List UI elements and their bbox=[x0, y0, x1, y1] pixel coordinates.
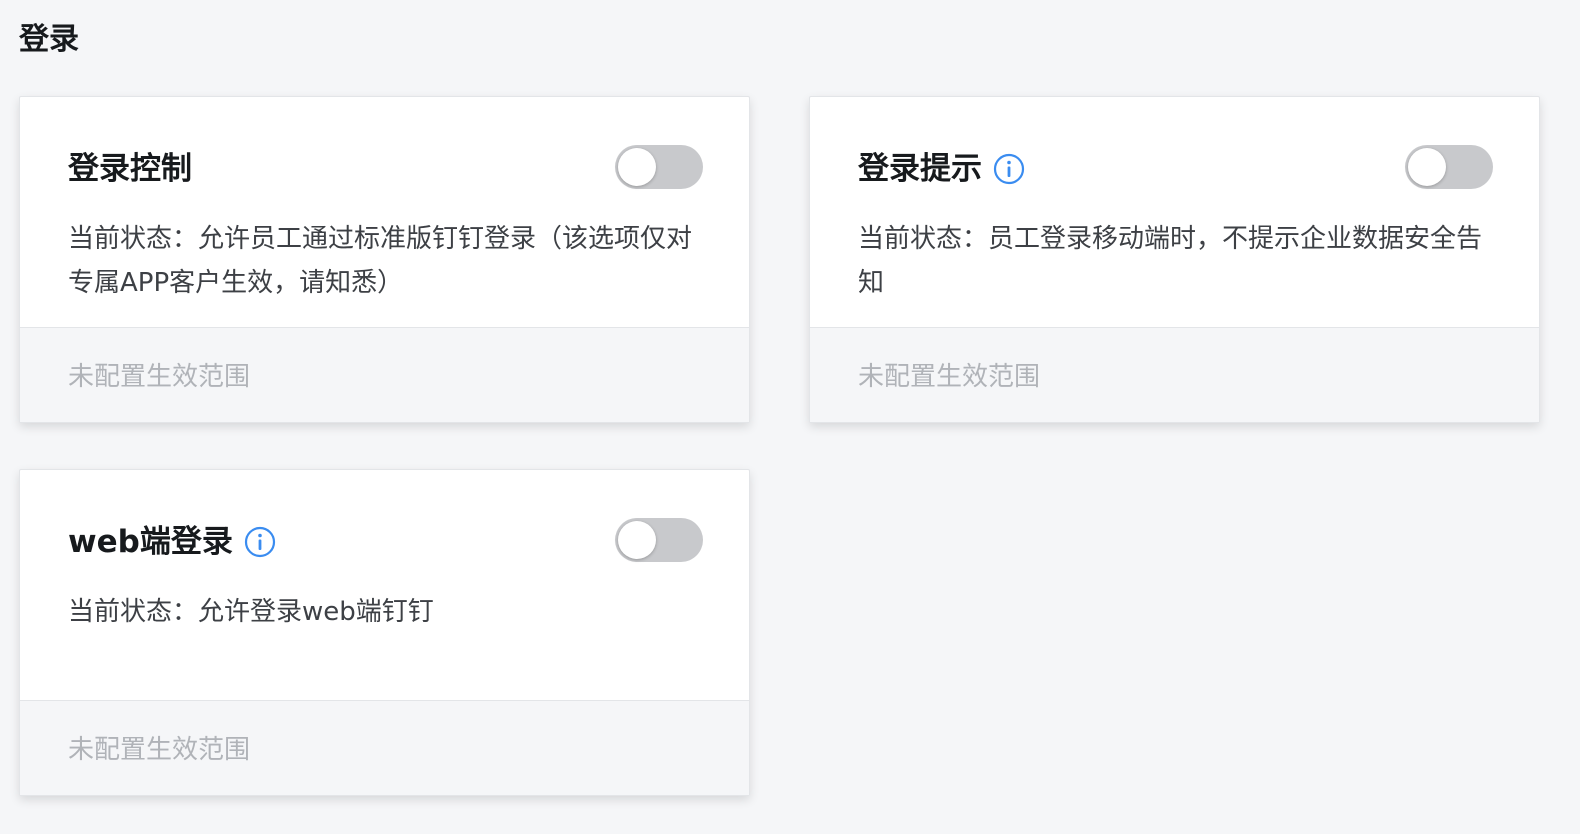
card-footer[interactable]: 未配置生效范围 bbox=[810, 328, 1539, 422]
toggle-knob bbox=[1408, 148, 1446, 186]
card-description: 当前状态：员工登录移动端时，不提示企业数据安全告知 bbox=[858, 224, 1483, 298]
web-login-toggle[interactable] bbox=[615, 518, 703, 562]
login-prompt-card: 登录提示 当前状态：员工登录移动端时，不提示企业数据安全告知 未配置生效范围 bbox=[809, 96, 1540, 423]
card-description: 当前状态：允许员工通过标准版钉钉登录（该选项仅对专属APP客户生效，请知悉） bbox=[68, 224, 693, 298]
web-login-card: web端登录 当前状态：允许登录web端钉钉 未配置生效范围 bbox=[19, 469, 750, 796]
card-footer[interactable]: 未配置生效范围 bbox=[20, 328, 749, 422]
card-body: 登录控制 当前状态：允许员工通过标准版钉钉登录（该选项仅对专属APP客户生效，请… bbox=[20, 97, 749, 328]
scope-status-text: 未配置生效范围 bbox=[68, 735, 251, 765]
scope-status-text: 未配置生效范围 bbox=[858, 362, 1041, 392]
card-title-text: web端登录 bbox=[68, 524, 233, 560]
login-control-card: 登录控制 当前状态：允许员工通过标准版钉钉登录（该选项仅对专属APP客户生效，请… bbox=[19, 96, 750, 423]
login-prompt-toggle[interactable] bbox=[1405, 145, 1493, 189]
card-title: web端登录 bbox=[68, 520, 276, 564]
section-title: 登录 bbox=[19, 22, 79, 57]
info-circle-icon[interactable] bbox=[244, 526, 276, 558]
card-title: 登录控制 bbox=[68, 147, 192, 191]
card-title: 登录提示 bbox=[858, 147, 1025, 191]
card-body: web端登录 当前状态：允许登录web端钉钉 bbox=[20, 470, 749, 701]
login-control-toggle[interactable] bbox=[615, 145, 703, 189]
card-body: 登录提示 当前状态：员工登录移动端时，不提示企业数据安全告知 bbox=[810, 97, 1539, 328]
card-footer[interactable]: 未配置生效范围 bbox=[20, 701, 749, 795]
toggle-knob bbox=[618, 521, 656, 559]
card-description: 当前状态：允许登录web端钉钉 bbox=[68, 597, 434, 627]
card-title-text: 登录提示 bbox=[858, 151, 982, 187]
toggle-knob bbox=[618, 148, 656, 186]
scope-status-text: 未配置生效范围 bbox=[68, 362, 251, 392]
info-circle-icon[interactable] bbox=[993, 153, 1025, 185]
card-title-text: 登录控制 bbox=[68, 151, 192, 187]
